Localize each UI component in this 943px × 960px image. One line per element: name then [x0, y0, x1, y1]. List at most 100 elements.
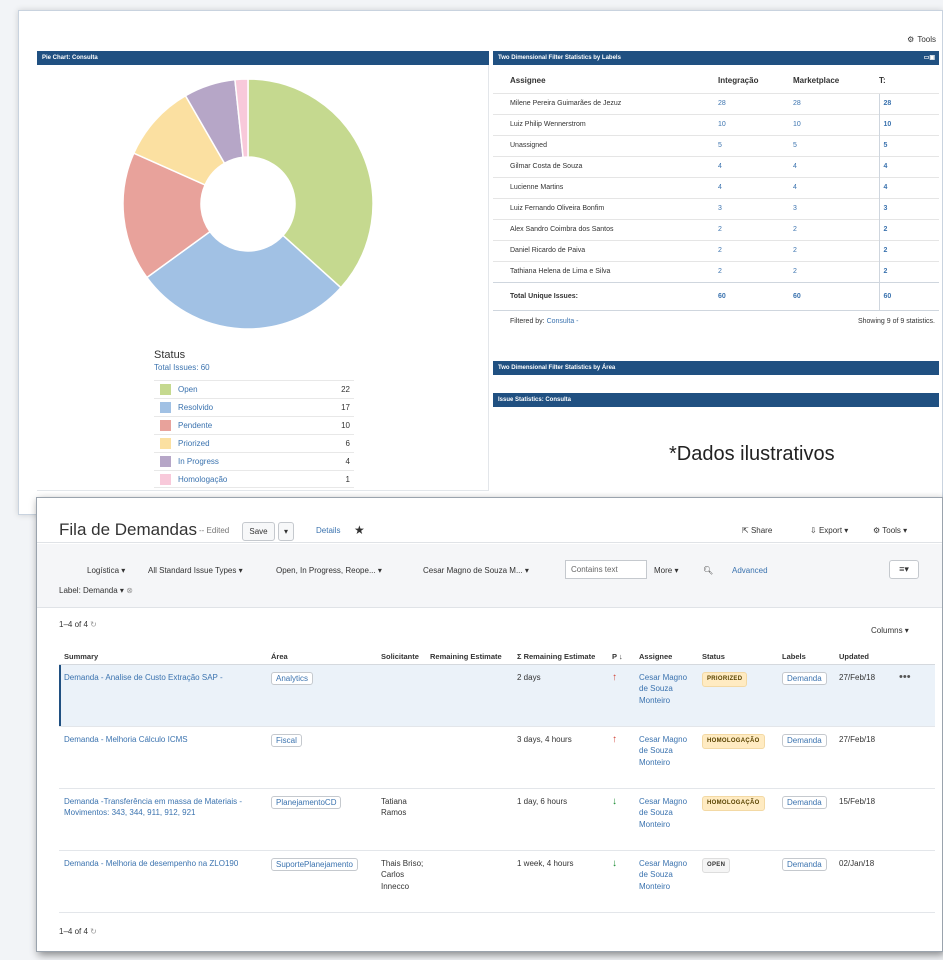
issue-body: Demanda - Analise de Custo Extração SAP …: [59, 664, 935, 913]
save-dropdown-button[interactable]: ▾: [278, 522, 294, 541]
label-tag[interactable]: Demanda: [782, 795, 827, 809]
details-link[interactable]: Details: [316, 526, 340, 535]
stats-marketplace-value[interactable]: 4: [793, 176, 879, 198]
layout-view-button[interactable]: ≡▾: [889, 560, 919, 579]
share-button[interactable]: ⇱ Share: [742, 526, 772, 535]
stats-marketplace-value[interactable]: 60: [793, 281, 879, 310]
stats-integracao-value[interactable]: 2: [718, 239, 793, 261]
status-badge: HOMOLOGAÇÃO: [702, 795, 765, 811]
stats-total-value[interactable]: 3: [878, 197, 939, 219]
star-icon[interactable]: ★: [354, 523, 365, 537]
legend-label[interactable]: Open: [178, 385, 334, 394]
issue-type-filter[interactable]: All Standard Issue Types ▾: [148, 566, 243, 575]
label-tag[interactable]: Demanda: [782, 733, 827, 747]
stats-integracao-value[interactable]: 4: [718, 155, 793, 177]
area-tag[interactable]: Analytics: [271, 671, 314, 685]
col-remaining-estimate[interactable]: Remaining Estimate: [430, 650, 517, 665]
col-updated[interactable]: Updated: [839, 650, 899, 665]
area-tag[interactable]: SuportePlanejamento: [271, 857, 358, 871]
table-row[interactable]: Demanda - Analise de Custo Extração SAP …: [59, 664, 935, 727]
label-tag[interactable]: Demanda: [782, 857, 827, 871]
refresh-icon[interactable]: ↻: [90, 927, 97, 936]
more-filter[interactable]: More ▾: [654, 566, 678, 575]
legend-label[interactable]: Homologação: [178, 475, 334, 484]
col-area[interactable]: Área: [271, 650, 381, 665]
assignee-filter[interactable]: Cesar Magno de Souza M... ▾: [423, 566, 529, 575]
col-assignee[interactable]: Assignee: [639, 650, 702, 665]
stats-total-value[interactable]: 2: [878, 218, 939, 240]
stats-integracao-value[interactable]: 10: [718, 113, 793, 135]
col-solicitante[interactable]: Solicitante: [381, 650, 430, 665]
stats-total-value[interactable]: 10: [878, 113, 939, 135]
issue-summary-link[interactable]: Demanda - Melhoria Cálculo ICMS: [64, 735, 188, 744]
area-tag[interactable]: PlanejamentoCD: [271, 795, 342, 809]
save-button[interactable]: Save: [242, 522, 275, 541]
assignee-link[interactable]: Cesar Magno de Souza Monteiro: [639, 797, 687, 829]
legend-item[interactable]: Open 22: [154, 380, 354, 398]
stats-integracao-value[interactable]: 3: [718, 197, 793, 219]
stats-total-value[interactable]: 28: [878, 92, 939, 114]
stats-integracao-value[interactable]: 4: [718, 176, 793, 198]
legend-label[interactable]: Resolvido: [178, 403, 334, 412]
stats-total-value[interactable]: 2: [878, 239, 939, 261]
label-tag[interactable]: Demanda: [782, 671, 827, 685]
table-row[interactable]: Demanda - Melhoria de desempenho na ZLO1…: [59, 850, 935, 913]
legend-total[interactable]: Total Issues: 60: [154, 363, 354, 372]
issue-summary-link[interactable]: Demanda -Transferência em massa de Mater…: [64, 797, 242, 818]
status-filter[interactable]: Open, In Progress, Reope... ▾: [276, 566, 382, 575]
clear-filter-icon[interactable]: ⊗: [126, 586, 133, 595]
stats-marketplace-value[interactable]: 28: [793, 92, 879, 114]
stats-total-value[interactable]: 2: [878, 260, 939, 282]
columns-button[interactable]: Columns ▾: [871, 626, 909, 635]
stats-marketplace-value[interactable]: 2: [793, 218, 879, 240]
project-filter[interactable]: Logística ▾: [87, 566, 125, 575]
stats-integracao-value[interactable]: 2: [718, 218, 793, 240]
stats-marketplace-value[interactable]: 3: [793, 197, 879, 219]
legend-item[interactable]: Priorized 6: [154, 434, 354, 452]
stats-marketplace-value[interactable]: 4: [793, 155, 879, 177]
stats-integracao-value[interactable]: 2: [718, 260, 793, 282]
legend-item[interactable]: In Progress 4: [154, 452, 354, 470]
assignee-link[interactable]: Cesar Magno de Souza Monteiro: [639, 859, 687, 891]
stats-total-value[interactable]: 60: [878, 281, 939, 310]
table-row[interactable]: Demanda -Transferência em massa de Mater…: [59, 788, 935, 851]
dashboard-tools-menu[interactable]: ⚙ Tools: [907, 35, 936, 44]
table-row[interactable]: Demanda - Melhoria Cálculo ICMS Fiscal 3 d…: [59, 726, 935, 789]
stats-total-value[interactable]: 4: [878, 176, 939, 198]
stats-marketplace-value[interactable]: 5: [793, 134, 879, 156]
col-status[interactable]: Status: [702, 650, 782, 665]
issue-summary-link[interactable]: Demanda - Analise de Custo Extração SAP …: [64, 673, 223, 682]
legend-label[interactable]: Pendente: [178, 421, 334, 430]
legend-item[interactable]: Homologação 1: [154, 470, 354, 488]
stats-integracao-value[interactable]: 60: [718, 281, 793, 310]
stats-marketplace-value[interactable]: 2: [793, 260, 879, 282]
advanced-link[interactable]: Advanced: [732, 566, 768, 575]
tools-button[interactable]: ⚙ Tools ▾: [873, 526, 907, 535]
gadget-window-icon[interactable]: ▭▣: [924, 51, 935, 65]
row-actions-icon[interactable]: •••: [899, 671, 911, 683]
stats-integracao-value[interactable]: 28: [718, 92, 793, 114]
contains-text-input[interactable]: Contains text: [565, 560, 647, 579]
export-button[interactable]: ⇩ Export ▾: [810, 526, 848, 535]
filter-link[interactable]: Consulta -: [547, 318, 579, 325]
stats-total-value[interactable]: 4: [878, 155, 939, 177]
stats-integracao-value[interactable]: 5: [718, 134, 793, 156]
col-sum-remaining-estimate[interactable]: Σ Remaining Estimate: [517, 650, 612, 665]
stats-total-value[interactable]: 5: [878, 134, 939, 156]
search-icon[interactable]: 🔍︎: [703, 566, 713, 575]
col-labels[interactable]: Labels: [782, 650, 839, 665]
assignee-link[interactable]: Cesar Magno de Souza Monteiro: [639, 735, 687, 767]
label-filter[interactable]: Label: Demanda ▾ ⊗: [59, 586, 133, 595]
stats-marketplace-value[interactable]: 10: [793, 113, 879, 135]
area-tag[interactable]: Fiscal: [271, 733, 302, 747]
col-summary[interactable]: Summary: [59, 650, 271, 665]
legend-label[interactable]: In Progress: [178, 457, 334, 466]
refresh-icon[interactable]: ↻: [90, 620, 97, 629]
issue-summary-link[interactable]: Demanda - Melhoria de desempenho na ZLO1…: [64, 859, 238, 868]
legend-label[interactable]: Priorized: [178, 439, 334, 448]
stats-marketplace-value[interactable]: 2: [793, 239, 879, 261]
legend-item[interactable]: Pendente 10: [154, 416, 354, 434]
assignee-link[interactable]: Cesar Magno de Souza Monteiro: [639, 673, 687, 705]
legend-item[interactable]: Resolvido 17: [154, 398, 354, 416]
col-priority[interactable]: P ↓: [612, 650, 639, 665]
